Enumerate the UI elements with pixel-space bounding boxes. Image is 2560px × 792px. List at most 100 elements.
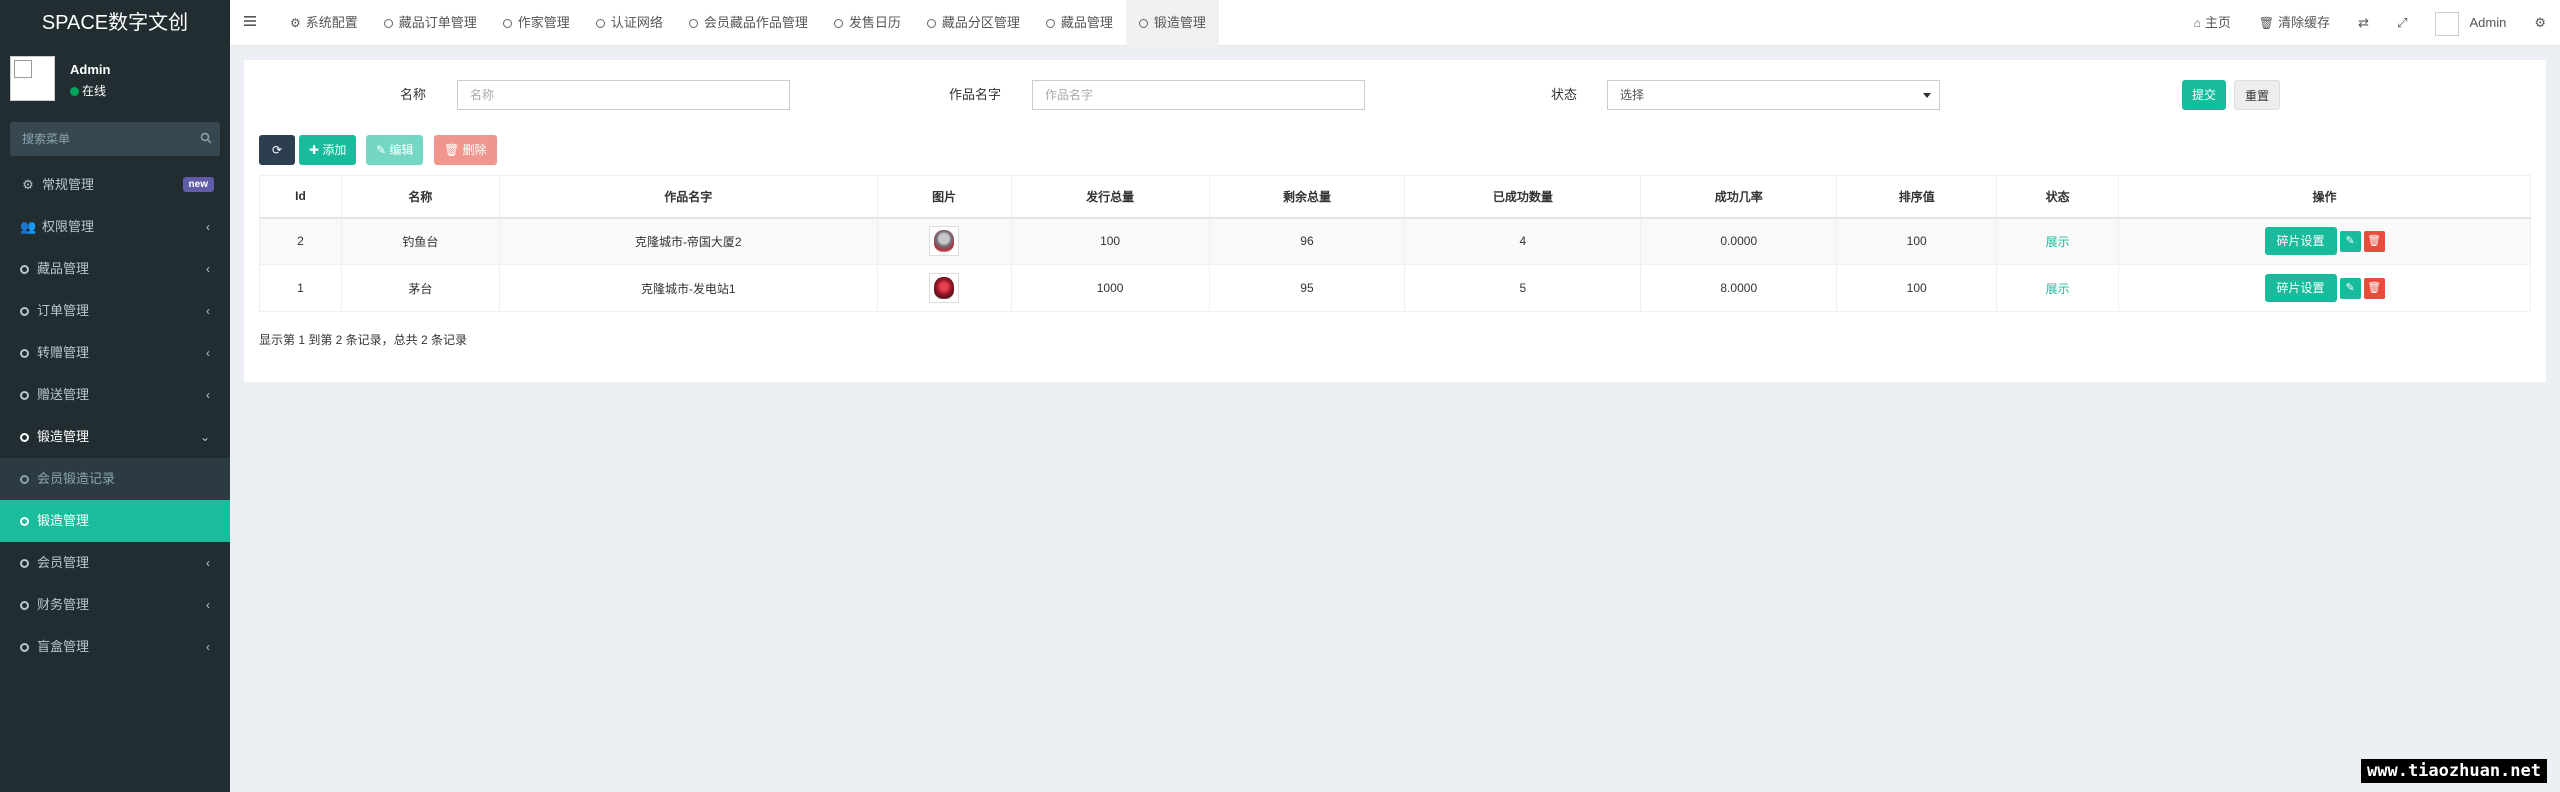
sidebar-item-general[interactable]: ⚙ 常规管理 new	[0, 164, 230, 206]
sidebar-item-forge-records[interactable]: 会员锻造记录	[0, 458, 230, 500]
thumb-gray-icon	[934, 230, 955, 253]
tab-forge[interactable]: 锻造管理	[1125, 0, 1219, 46]
chevron-left-icon: ‹	[206, 556, 210, 570]
circle-icon	[926, 19, 936, 28]
submit-button[interactable]: 提交	[2182, 80, 2227, 110]
delete-button[interactable]: 🗑 删除	[434, 135, 497, 165]
table-row[interactable]: 1 茅台 克隆城市-发电站1 1000 95 5 8.0000 100 展示 碎…	[259, 264, 2531, 312]
status-link[interactable]: 展示	[2046, 282, 2070, 296]
col-id[interactable]: Id	[259, 175, 342, 219]
data-table: Id 名称 作品名字 图片 发行总量 剩余总量 已成功数量 成功几率 排序值 状…	[259, 175, 2531, 312]
row-edit-button[interactable]: ✎	[2339, 230, 2361, 252]
status-select-value: 选择	[1620, 88, 1645, 102]
settings-button[interactable]: ⚙	[2520, 0, 2560, 46]
trash-icon: 🗑	[2258, 16, 2275, 30]
row-delete-button[interactable]: 🗑	[2363, 277, 2385, 299]
cogs-icon: ⚙	[22, 177, 34, 192]
add-button[interactable]: ✚ 添加	[299, 135, 357, 165]
sidebar-search-input[interactable]	[10, 122, 220, 156]
work-name-label: 作品名字	[949, 87, 1002, 102]
avatar	[10, 56, 55, 101]
sidebar-item-orders[interactable]: 订单管理 ‹	[0, 290, 230, 332]
sidebar-item-finance[interactable]: 财务管理 ‹	[0, 584, 230, 626]
hamburger-icon[interactable]	[244, 15, 256, 27]
user-menu[interactable]: Admin	[2421, 0, 2520, 46]
sidebar-item-collections[interactable]: 藏品管理 ‹	[0, 248, 230, 290]
gears-icon: ⚙	[2534, 15, 2546, 30]
col-image[interactable]: 图片	[876, 175, 1012, 219]
chevron-left-icon: ‹	[206, 640, 210, 654]
table-row[interactable]: 2 钓鱼台 克隆城市-帝国大厦2 100 96 4 0.0000 100 展示 …	[259, 217, 2531, 265]
col-success[interactable]: 已成功数量	[1404, 175, 1642, 219]
circle-icon	[383, 19, 393, 28]
col-status[interactable]: 状态	[1996, 175, 2120, 219]
col-remaining[interactable]: 剩余总量	[1208, 175, 1406, 219]
fragment-settings-button[interactable]: 碎片设置	[2264, 274, 2337, 302]
work-name-input[interactable]	[1032, 80, 1365, 110]
tab-label: 发售日历	[848, 15, 901, 30]
tab-collections[interactable]: 藏品管理	[1033, 0, 1126, 46]
thumb-red-icon	[934, 277, 955, 299]
pagination-info: 显示第 1 到第 2 条记录，总共 2 条记录	[259, 333, 468, 347]
sidebar-item-transfer[interactable]: 转赠管理 ‹	[0, 332, 230, 374]
sidebar-item-forge-manage[interactable]: 锻造管理	[0, 500, 230, 542]
sidebar-menu: ⚙ 常规管理 new 👥 权限管理 ‹ 藏品管理 ‹ 订单管理 ‹ 转赠管理 ‹ 赠送管理 ‹ …	[0, 164, 230, 668]
tab-calendar[interactable]: 发售日历	[821, 0, 914, 46]
delete-label: 删除	[462, 143, 487, 157]
col-total[interactable]: 发行总量	[1010, 175, 1210, 219]
trash-icon: 🗑	[444, 143, 463, 157]
main-panel: 名称 作品名字 状态 选择 提交 重置 ⟳ ✚ 添加 ✎ 编辑 🗑 删除 Id …	[244, 60, 2546, 382]
sidebar-item-forge[interactable]: 锻造管理 ⌄	[0, 416, 230, 458]
tab-label: 作家管理	[517, 15, 570, 30]
refresh-button[interactable]: ⟳	[259, 135, 295, 165]
row-edit-button[interactable]: ✎	[2339, 277, 2361, 299]
cell-rate: 0.0000	[1640, 217, 1838, 265]
reset-button[interactable]: 重置	[2234, 80, 2281, 110]
sidebar-item-label: 藏品管理	[37, 261, 90, 276]
brand-logo[interactable]: SPACE数字文创	[0, 0, 230, 46]
status-label: 状态	[1551, 87, 1578, 102]
col-sort[interactable]: 排序值	[1836, 175, 1998, 219]
tab-auth-network[interactable]: 认证网络	[583, 0, 676, 46]
cell-image	[876, 264, 1012, 312]
tab-member-works[interactable]: 会员藏品作品管理	[676, 0, 821, 46]
tab-collection-orders[interactable]: 藏品订单管理	[371, 0, 490, 46]
cell-sort: 100	[1836, 217, 1998, 265]
sidebar-item-auth[interactable]: 👥 权限管理 ‹	[0, 206, 230, 248]
sidebar-item-label: 订单管理	[37, 303, 90, 318]
tab-zones[interactable]: 藏品分区管理	[914, 0, 1033, 46]
col-work-name[interactable]: 作品名字	[498, 175, 878, 219]
sidebar-item-blindbox[interactable]: 盲盒管理 ‹	[0, 626, 230, 668]
status-select[interactable]: 选择	[1607, 80, 1940, 110]
col-name[interactable]: 名称	[340, 175, 500, 219]
tab-authors[interactable]: 作家管理	[490, 0, 583, 46]
circle-icon	[1045, 19, 1055, 28]
sidebar-item-members[interactable]: 会员管理 ‹	[0, 542, 230, 584]
sidebar-item-gift[interactable]: 赠送管理 ‹	[0, 374, 230, 416]
cell-rate: 8.0000	[1640, 264, 1838, 312]
tab-system-config[interactable]: ⚙ 系统配置	[277, 0, 371, 46]
sidebar-item-label: 锻造管理	[37, 513, 90, 528]
cell-image	[876, 217, 1012, 265]
edit-button[interactable]: ✎ 编辑	[366, 135, 424, 165]
avatar	[2435, 11, 2460, 36]
col-rate[interactable]: 成功几率	[1640, 175, 1838, 219]
status-link[interactable]: 展示	[2046, 235, 2070, 249]
circle-icon	[20, 601, 29, 610]
thumbnail-image[interactable]	[929, 226, 960, 257]
name-input[interactable]	[457, 80, 790, 110]
fullscreen-icon: ⤢	[2397, 15, 2408, 30]
row-delete-button[interactable]: 🗑	[2363, 230, 2385, 252]
clear-cache-button[interactable]: 🗑 清除缓存	[2245, 0, 2344, 46]
search-icon[interactable]	[200, 132, 212, 144]
thumbnail-image[interactable]	[929, 273, 960, 303]
cell-status: 展示	[1996, 217, 2120, 265]
add-label: 添加	[322, 143, 347, 157]
users-icon: 👥	[20, 219, 37, 234]
fullscreen-button[interactable]: ⤢	[2383, 0, 2421, 46]
home-link[interactable]: ⌂ 主页	[2180, 0, 2245, 46]
filter-form: 名称 作品名字 状态 选择 提交 重置	[244, 78, 2546, 112]
fragment-settings-button[interactable]: 碎片设置	[2264, 227, 2337, 256]
language-button[interactable]: ⇄	[2344, 0, 2383, 46]
tab-label: 藏品管理	[1060, 15, 1113, 30]
